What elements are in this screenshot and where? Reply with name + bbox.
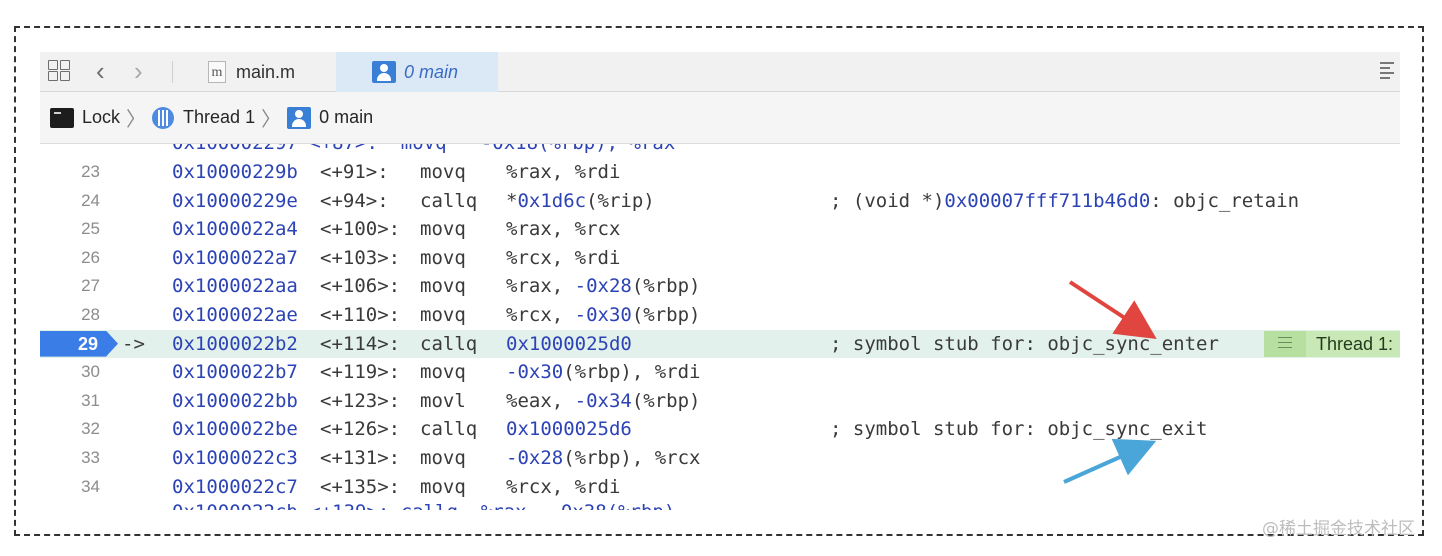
watermark: @稀土掘金技术社区 [1262, 519, 1415, 539]
annotation-arrows [1063, 280, 1157, 484]
blue-arrow [1063, 438, 1157, 484]
red-arrow [1068, 280, 1157, 339]
